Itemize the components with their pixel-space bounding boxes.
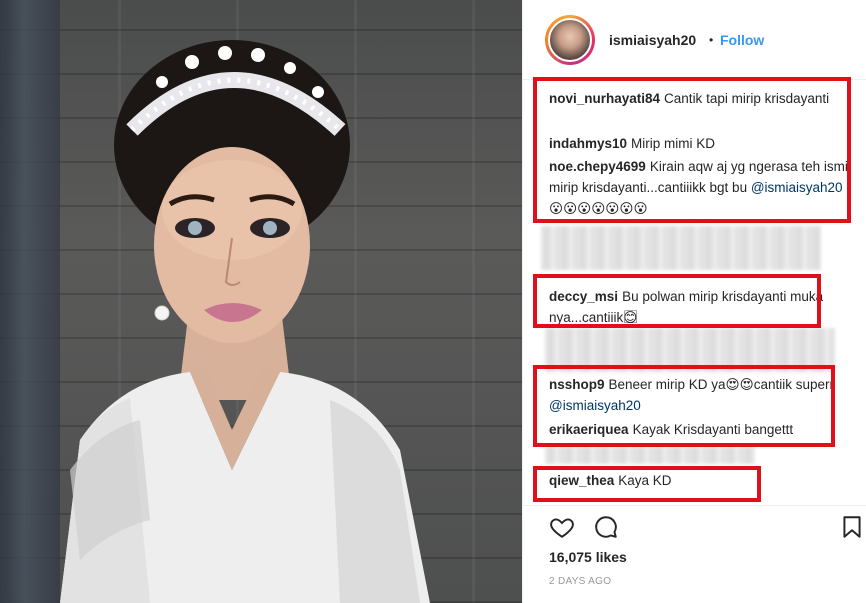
highlight-box: [533, 365, 835, 447]
heart-icon[interactable]: [549, 514, 575, 540]
post-side-panel: ismiaisyah20 • Follow novi_nurhayati84 Ca…: [522, 0, 866, 603]
post-username[interactable]: ismiaisyah20: [609, 32, 696, 48]
portrait-illustration: [60, 40, 430, 603]
highlight-box: [533, 77, 851, 223]
follow-button[interactable]: Follow: [720, 32, 764, 48]
likes-count[interactable]: 16,075 likes: [549, 549, 627, 565]
highlight-box: [533, 466, 761, 502]
blurred-comment: [545, 446, 755, 464]
post-photo[interactable]: [0, 0, 522, 603]
post-header: ismiaisyah20 • Follow: [523, 0, 866, 80]
action-bar: [523, 505, 866, 545]
highlight-box: [533, 274, 821, 328]
bookmark-icon[interactable]: [839, 514, 865, 540]
avatar-story-ring[interactable]: [545, 15, 595, 65]
post-timestamp[interactable]: 2 DAYS AGO: [549, 576, 611, 587]
comment-icon[interactable]: [593, 514, 619, 540]
blurred-comment: [541, 226, 821, 270]
avatar[interactable]: [548, 18, 592, 62]
separator-dot: •: [709, 33, 714, 47]
